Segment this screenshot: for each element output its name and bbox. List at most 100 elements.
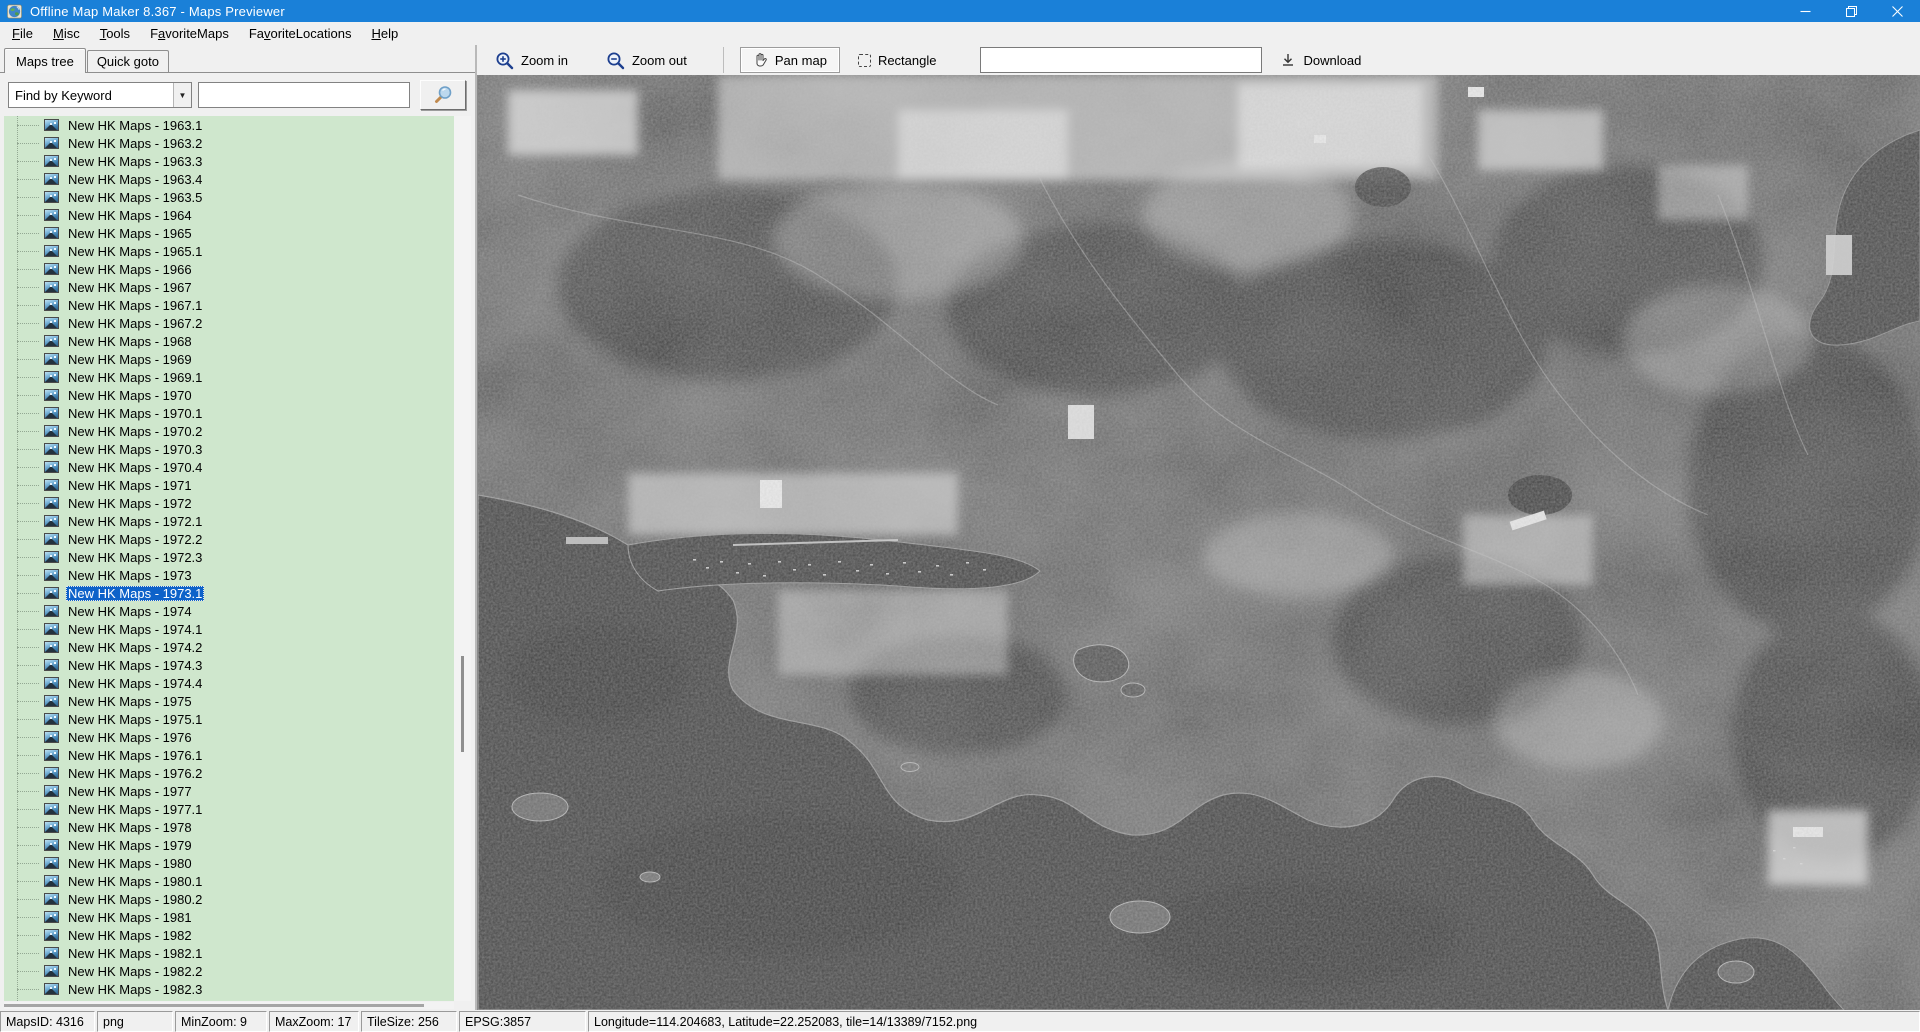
zoom-in-label: Zoom in [521,53,568,68]
map-layer-icon [44,371,59,383]
tree-item[interactable]: New HK Maps - 1976.2 [4,764,454,782]
tree-item[interactable]: New HK Maps - 1963.1 [4,116,454,134]
restore-button[interactable] [1828,0,1874,22]
download-range-input[interactable] [980,47,1262,73]
map-layer-icon [44,245,59,257]
chevron-down-icon[interactable]: ▼ [173,83,191,107]
tree-item[interactable]: New HK Maps - 1963.4 [4,170,454,188]
tree-item[interactable]: New HK Maps - 1980.1 [4,872,454,890]
tree-vertical-scrollbar[interactable] [454,116,471,1001]
tab-maps-tree[interactable]: Maps tree [4,48,86,73]
tree-item[interactable]: New HK Maps - 1974 [4,602,454,620]
menu-help[interactable]: Help [361,24,408,43]
map-aerial-photo[interactable] [478,75,1920,1010]
tree-item[interactable]: New HK Maps - 1969.1 [4,368,454,386]
tree-item[interactable]: New HK Maps - 1977 [4,782,454,800]
tree-item[interactable]: New HK Maps - 1974.2 [4,638,454,656]
tree-vscroll-thumb[interactable] [461,656,464,752]
tree-item[interactable]: New HK Maps - 1963.2 [4,134,454,152]
close-button[interactable] [1874,0,1920,22]
minimize-button[interactable] [1782,0,1828,22]
tree-item[interactable]: New HK Maps - 1976.1 [4,746,454,764]
tree-item-label: New HK Maps - 1978 [66,820,194,835]
tree-item[interactable]: New HK Maps - 1975 [4,692,454,710]
map-layer-icon [44,929,59,941]
map-layer-icon [44,677,59,689]
tree-item[interactable]: New HK Maps - 1974.4 [4,674,454,692]
menu-favoritelocations[interactable]: FavoriteLocations [239,24,362,43]
tree-item[interactable]: New HK Maps - 1974.3 [4,656,454,674]
zoom-in-button[interactable]: Zoom in [491,48,572,73]
tree-item[interactable]: New HK Maps - 1972.3 [4,548,454,566]
tree-item[interactable]: New HK Maps - 1975.1 [4,710,454,728]
map-layer-icon [44,875,59,887]
download-button[interactable]: Download [1276,49,1365,71]
map-layer-icon [44,785,59,797]
tree-item[interactable]: New HK Maps - 1981 [4,908,454,926]
tree-item[interactable]: New HK Maps - 1983 [4,998,454,1001]
tree-item[interactable]: New HK Maps - 1970.3 [4,440,454,458]
tree-item[interactable]: New HK Maps - 1978 [4,818,454,836]
tree-item-label: New HK Maps - 1970 [66,388,194,403]
status-tile-size: TileSize: 256 [361,1011,457,1032]
search-input[interactable] [198,82,410,108]
download-icon [1280,52,1296,68]
toolbar-separator [723,47,724,73]
tree-item[interactable]: New HK Maps - 1967.2 [4,314,454,332]
tree-item[interactable]: New HK Maps - 1972.2 [4,530,454,548]
tree-item[interactable]: New HK Maps - 1982 [4,926,454,944]
menu-tools[interactable]: Tools [90,24,140,43]
tree-item[interactable]: New HK Maps - 1973 [4,566,454,584]
tree-item-label: New HK Maps - 1963.4 [66,172,204,187]
tree-item[interactable]: New HK Maps - 1967 [4,278,454,296]
tree-hscroll-thumb[interactable] [4,1004,424,1007]
zoom-out-button[interactable]: Zoom out [602,48,691,73]
tree-item[interactable]: New HK Maps - 1970.4 [4,458,454,476]
tree-item[interactable]: New HK Maps - 1970.2 [4,422,454,440]
menu-misc[interactable]: Misc [43,24,90,43]
tree-horizontal-scrollbar[interactable] [4,1002,454,1009]
tree-item-label: New HK Maps - 1968 [66,334,194,349]
tree-item-label: New HK Maps - 1980.1 [66,874,204,889]
rectangle-button[interactable]: Rectangle [854,50,941,71]
tree-item[interactable]: New HK Maps - 1982.3 [4,980,454,998]
search-button[interactable] [420,80,466,110]
tree-item[interactable]: New HK Maps - 1980 [4,854,454,872]
tree-item[interactable]: New HK Maps - 1970 [4,386,454,404]
map-layer-icon [44,515,59,527]
tree-item[interactable]: New HK Maps - 1982.2 [4,962,454,980]
tree-item[interactable]: New HK Maps - 1969 [4,350,454,368]
tree-item[interactable]: New HK Maps - 1982.1 [4,944,454,962]
tree-item[interactable]: New HK Maps - 1965 [4,224,454,242]
tree-item[interactable]: New HK Maps - 1966 [4,260,454,278]
tree-item[interactable]: New HK Maps - 1965.1 [4,242,454,260]
menu-favoritemaps[interactable]: FavoriteMaps [140,24,239,43]
menu-file[interactable]: File [2,24,43,43]
pan-map-button[interactable]: Pan map [740,47,840,73]
map-layer-icon [44,839,59,851]
tree-item[interactable]: New HK Maps - 1964 [4,206,454,224]
tree-item[interactable]: New HK Maps - 1967.1 [4,296,454,314]
tree-item[interactable]: New HK Maps - 1968 [4,332,454,350]
tree-item[interactable]: New HK Maps - 1972 [4,494,454,512]
tree-item[interactable]: New HK Maps - 1977.1 [4,800,454,818]
app-icon [7,4,22,19]
tree-item[interactable]: New HK Maps - 1971 [4,476,454,494]
tree-item[interactable]: New HK Maps - 1973.1 [4,584,454,602]
tree-item[interactable]: New HK Maps - 1970.1 [4,404,454,422]
tree-item-label: New HK Maps - 1976.2 [66,766,204,781]
tree-item[interactable]: New HK Maps - 1963.5 [4,188,454,206]
status-format: png [97,1011,173,1032]
tree-item-label: New HK Maps - 1982 [66,928,194,943]
status-min-zoom: MinZoom: 9 [175,1011,267,1032]
tree-item[interactable]: New HK Maps - 1976 [4,728,454,746]
tree-item[interactable]: New HK Maps - 1980.2 [4,890,454,908]
tree-item[interactable]: New HK Maps - 1979 [4,836,454,854]
tree-item[interactable]: New HK Maps - 1963.3 [4,152,454,170]
tab-quick-goto[interactable]: Quick goto [87,50,169,72]
tree-item[interactable]: New HK Maps - 1972.1 [4,512,454,530]
tree-item[interactable]: New HK Maps - 1974.1 [4,620,454,638]
tree-item-label: New HK Maps - 1977 [66,784,194,799]
status-position: Longitude=114.204683, Latitude=22.252083… [588,1011,1920,1032]
find-mode-select[interactable]: Find by Keyword ▼ [8,82,192,108]
